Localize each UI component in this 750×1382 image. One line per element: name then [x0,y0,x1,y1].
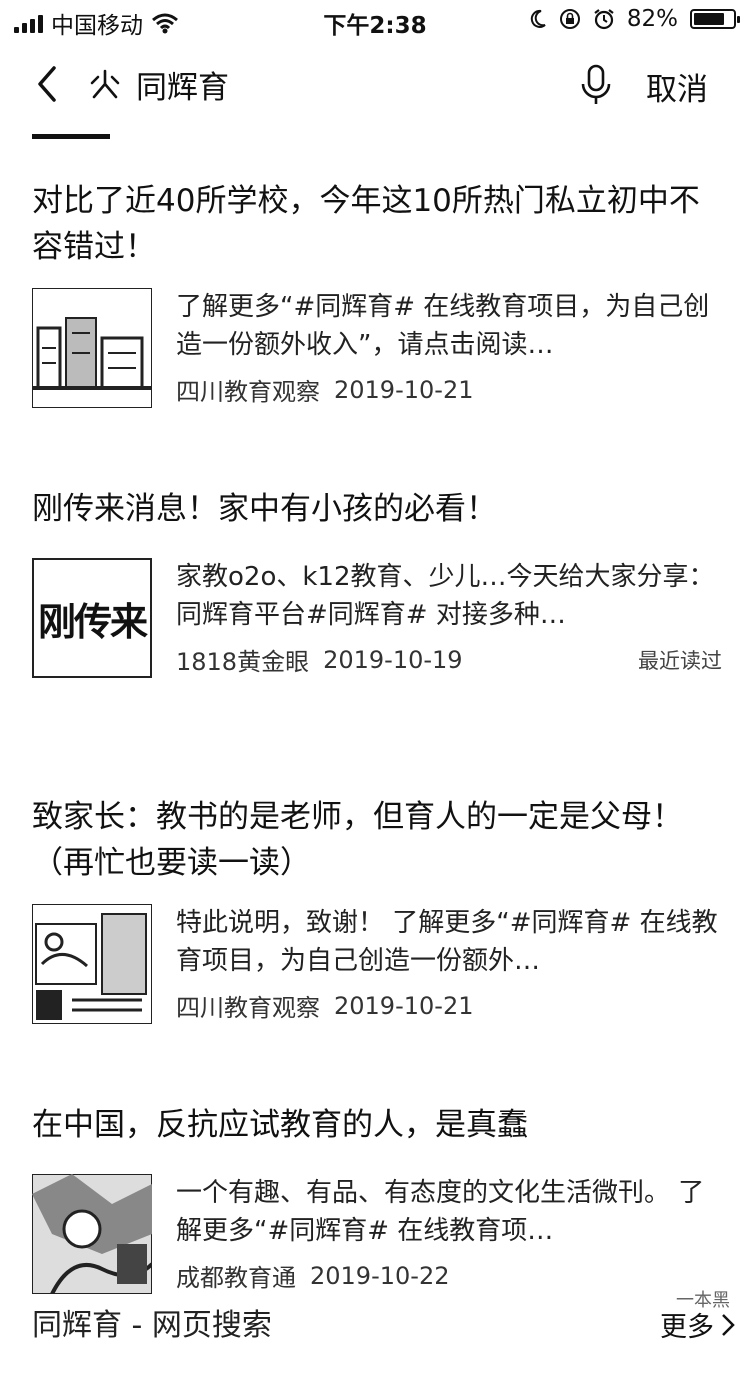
chevron-left-icon [38,66,56,102]
thumbnail-text: 刚传来 [37,599,148,644]
alarm-icon [594,9,614,30]
result-title: 刚传来消息！家中有小孩的必看！ [32,491,497,527]
result-text: 家教o2o、k12教育、少儿…今天给大家分享：同辉育平台#同辉育# 对接多种… … [176,558,722,678]
result-date: 2019-10-22 [310,1261,450,1290]
result-item[interactable]: 对比了近40所学校，今年这10所热门私立初中不容错过！ 了解更多“#同辉育# 在… [32,178,722,486]
result-title: 对比了近40所学校，今年这10所热门私立初中不容错过！ [32,183,700,265]
result-item[interactable]: 致家长：教书的是老师，但育人的一定是父母！（再忙也要读一读） 特此说明，致谢！ … [32,794,722,1102]
tab-indicator [32,134,110,139]
result-body: 一个有趣、有品、有态度的文化生活微刊。 了解更多“#同辉育# 在线教育项… 成都… [32,1174,722,1294]
result-date: 2019-10-21 [334,375,474,404]
more-label: 更多 [660,1312,714,1343]
result-thumbnail [32,288,152,408]
microphone-button[interactable] [578,62,614,108]
result-snippet: 特此说明，致谢！ 了解更多“#同辉育# 在线教育项目，为自己创造一份额外… [176,908,718,976]
result-snippet: 了解更多“#同辉育# 在线教育项目，为自己创造一份额外收入”，请点击阅读… [176,292,710,360]
search-bar: 同辉育 取消 [0,40,750,132]
result-text: 一个有趣、有品、有态度的文化生活微刊。 了解更多“#同辉育# 在线教育项… 成都… [176,1174,722,1294]
result-source: 成都教育通 [176,1264,296,1292]
result-meta: 四川教育观察 2019-10-21 [176,372,722,407]
recently-read-badge: 最近读过 [638,648,722,673]
battery-level [694,13,725,25]
result-date: 2019-10-21 [334,991,474,1020]
back-button[interactable] [28,60,68,108]
cancel-button[interactable]: 取消 [646,64,708,109]
result-meta: 成都教育通 2019-10-22 [176,1258,722,1293]
result-text: 了解更多“#同辉育# 在线教育项目，为自己创造一份额外收入”，请点击阅读… 四川… [176,288,722,408]
result-body: 特此说明，致谢！ 了解更多“#同辉育# 在线教育项目，为自己创造一份额外… 四川… [32,904,722,1024]
status-bar: 中国移动 下午2:38 82% [0,0,750,40]
result-text: 特此说明，致谢！ 了解更多“#同辉育# 在线教育项目，为自己创造一份额外… 四川… [176,904,722,1024]
search-query: 同辉育 [136,69,229,106]
result-title: 在中国，反抗应试教育的人，是真蠢 [32,1107,528,1143]
search-glyph-icon [90,69,120,99]
moon-icon [530,9,546,28]
results-list: 对比了近40所学校，今年这10所热门私立初中不容错过！ 了解更多“#同辉育# 在… [32,178,722,1382]
result-source: 四川教育观察 [176,378,320,406]
result-body: 刚传来 家教o2o、k12教育、少儿…今天给大家分享：同辉育平台#同辉育# 对接… [32,558,722,678]
more-link[interactable]: 更多 [660,1305,736,1344]
result-meta: 四川教育观察 2019-10-21 [176,988,722,1023]
lock-rotation-icon [559,9,580,29]
search-input[interactable]: 同辉育 [88,60,548,108]
result-source: 四川教育观察 [176,994,320,1022]
result-thumbnail: 刚传来 [32,558,152,678]
battery-icon [690,9,740,29]
result-meta: 1818黄金眼 2019-10-19 最近读过 [176,642,722,677]
result-date: 2019-10-19 [323,645,463,674]
result-item[interactable]: 刚传来消息！家中有小孩的必看！ 刚传来 家教o2o、k12教育、少儿…今天给大家… [32,486,722,794]
result-source: 1818黄金眼 [176,648,310,676]
result-body: 了解更多“#同辉育# 在线教育项目，为自己创造一份额外收入”，请点击阅读… 四川… [32,288,722,408]
result-snippet: 家教o2o、k12教育、少儿…今天给大家分享：同辉育平台#同辉育# 对接多种… [176,562,715,630]
result-title: 致家长：教书的是老师，但育人的一定是父母！（再忙也要读一读） [32,799,683,881]
battery-percent: 82% [626,6,678,32]
result-thumbnail [32,1174,152,1294]
microphone-icon [581,64,611,104]
result-snippet: 一个有趣、有品、有态度的文化生活微刊。 了解更多“#同辉育# 在线教育项… [176,1178,705,1246]
result-thumbnail [32,904,152,1024]
web-search-section-title[interactable]: 同辉育 - 网页搜索 [32,1300,272,1344]
status-right: 82% [529,6,740,32]
